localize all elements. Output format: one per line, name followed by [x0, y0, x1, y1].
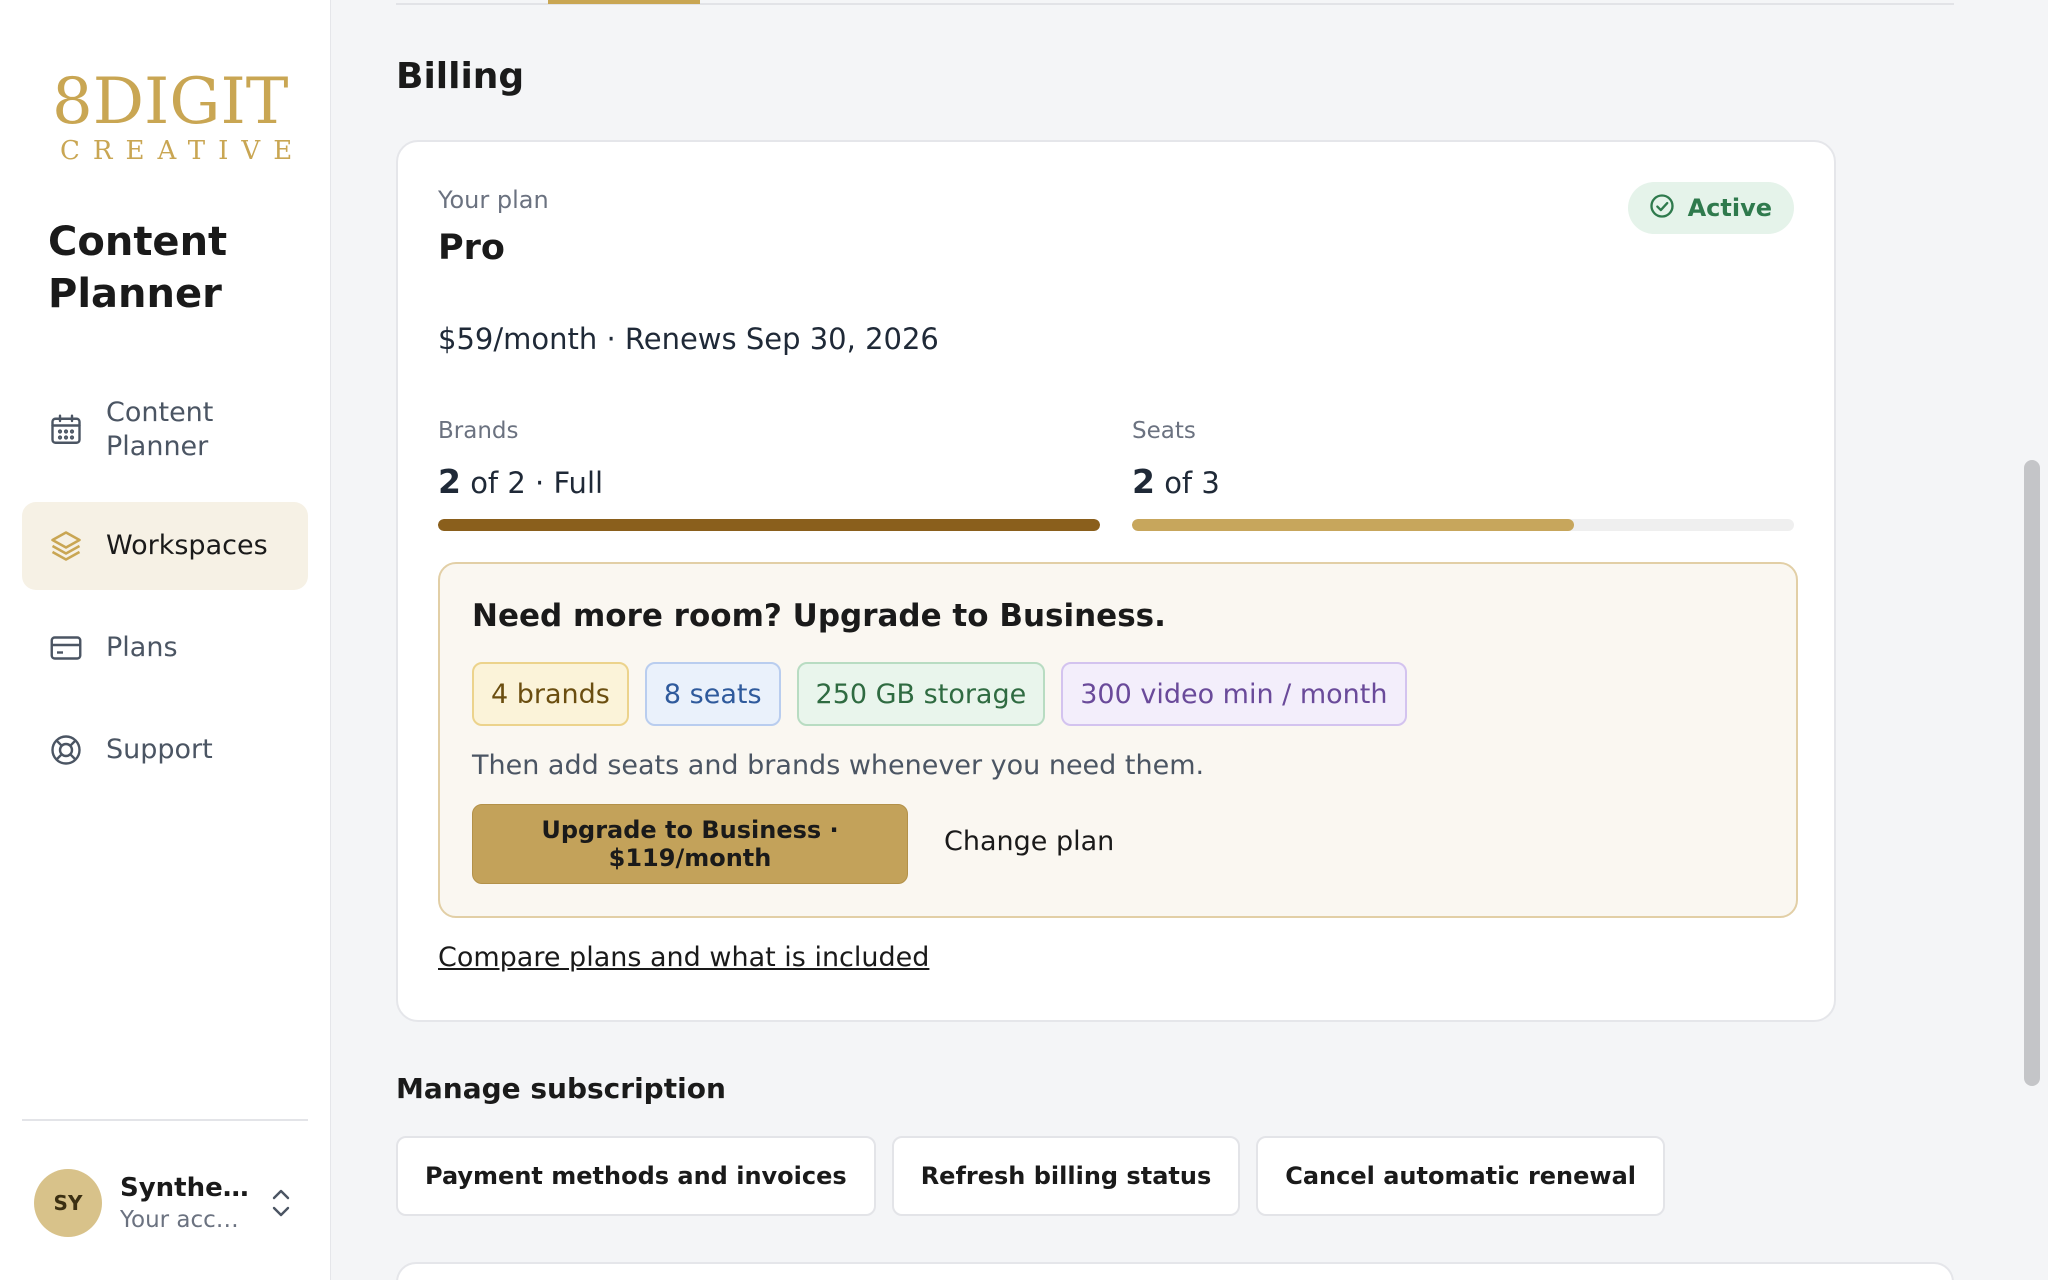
cancel-renewal-button[interactable]: Cancel automatic renewal	[1256, 1136, 1666, 1216]
sidebar-item-plans[interactable]: Plans	[22, 604, 308, 692]
brands-progress-fill	[438, 519, 1100, 531]
change-plan-button[interactable]: Change plan	[944, 826, 1114, 857]
sidebar-item-label: Plans	[106, 632, 178, 663]
refresh-billing-button[interactable]: Refresh billing status	[891, 1136, 1241, 1216]
seats-progress-fill	[1132, 519, 1574, 531]
compare-plans-link[interactable]: Compare plans and what is included	[438, 942, 929, 973]
price-renewal: $59/month · Renews Sep 30, 2026	[438, 322, 939, 356]
brands-used: 2	[438, 462, 461, 501]
sidebar-item-content-planner[interactable]: Content Planner	[22, 386, 308, 474]
brand-logo[interactable]: 8DIGIT CREATIVE	[52, 65, 306, 166]
plan-label: Your plan	[438, 186, 549, 214]
app-title: Content Planner	[48, 219, 228, 317]
brands-meter: Brands 2 of 2 · Full	[438, 418, 1100, 531]
seats-label: Seats	[1132, 418, 1196, 444]
lifebuoy-icon	[48, 732, 84, 768]
manage-subscription-actions: Payment methods and invoices Refresh bil…	[396, 1136, 1666, 1216]
check-circle-icon	[1648, 192, 1676, 224]
brands-limit: of 2 · Full	[470, 466, 604, 500]
manage-subscription-heading: Manage subscription	[396, 1072, 726, 1105]
upsell-note: Then add seats and brands whenever you n…	[472, 750, 1205, 781]
feature-chips: 4 brands 8 seats 250 GB storage 300 vide…	[472, 662, 1407, 726]
sidebar-divider	[22, 1119, 308, 1121]
sidebar-item-support[interactable]: Support	[22, 706, 308, 794]
sidebar: 8DIGIT CREATIVE Content Planner Content …	[0, 0, 331, 1280]
seats-usage: 2 of 3	[1132, 462, 1794, 501]
sidebar-item-label: Support	[106, 734, 213, 765]
chevron-up-down-icon	[266, 1183, 296, 1223]
seats-limit: of 3	[1164, 466, 1220, 500]
credit-card-icon	[48, 630, 84, 666]
account-switcher[interactable]: SY Syntheti… Your acco…	[22, 1148, 308, 1258]
status-badge: Active	[1627, 182, 1794, 234]
calendar-icon	[48, 412, 84, 448]
next-section-card	[396, 1262, 1954, 1280]
feature-chip-brands: 4 brands	[472, 662, 629, 726]
logo-wordmark: 8DIGIT	[52, 65, 289, 139]
sidebar-item-label: Workspaces	[106, 530, 268, 561]
tab-active-indicator	[548, 0, 700, 4]
layers-icon	[48, 528, 84, 564]
avatar: SY	[34, 1169, 102, 1237]
page-title: Billing	[396, 56, 525, 97]
account-name: Syntheti…	[120, 1173, 250, 1203]
feature-chip-video: 300 video min / month	[1061, 662, 1407, 726]
plan-card: Your plan Pro Active $59/month · Renews …	[396, 140, 1836, 1022]
scrollbar-thumb[interactable]	[2024, 460, 2040, 1086]
plan-name: Pro	[438, 228, 505, 268]
feature-chip-storage: 250 GB storage	[796, 662, 1046, 726]
payment-methods-button[interactable]: Payment methods and invoices	[396, 1136, 876, 1216]
seats-meter: Seats 2 of 3	[1132, 418, 1794, 531]
logo-subtitle: CREATIVE	[60, 136, 306, 166]
brands-label: Brands	[438, 418, 519, 444]
brands-progress-track	[438, 519, 1100, 531]
status-text: Active	[1687, 194, 1772, 222]
seats-progress-track	[1132, 519, 1794, 531]
sidebar-item-workspaces[interactable]: Workspaces	[22, 502, 308, 590]
account-subtitle: Your acco…	[120, 1207, 250, 1233]
upsell-title: Need more room? Upgrade to Business.	[472, 598, 1166, 634]
sidebar-item-label: Content Planner	[106, 397, 214, 462]
seats-used: 2	[1132, 462, 1155, 501]
upgrade-callout: Need more room? Upgrade to Business. 4 b…	[438, 562, 1798, 918]
upgrade-button[interactable]: Upgrade to Business · $119/month	[472, 804, 908, 884]
brands-usage: 2 of 2 · Full	[438, 462, 1100, 501]
feature-chip-seats: 8 seats	[644, 662, 781, 726]
